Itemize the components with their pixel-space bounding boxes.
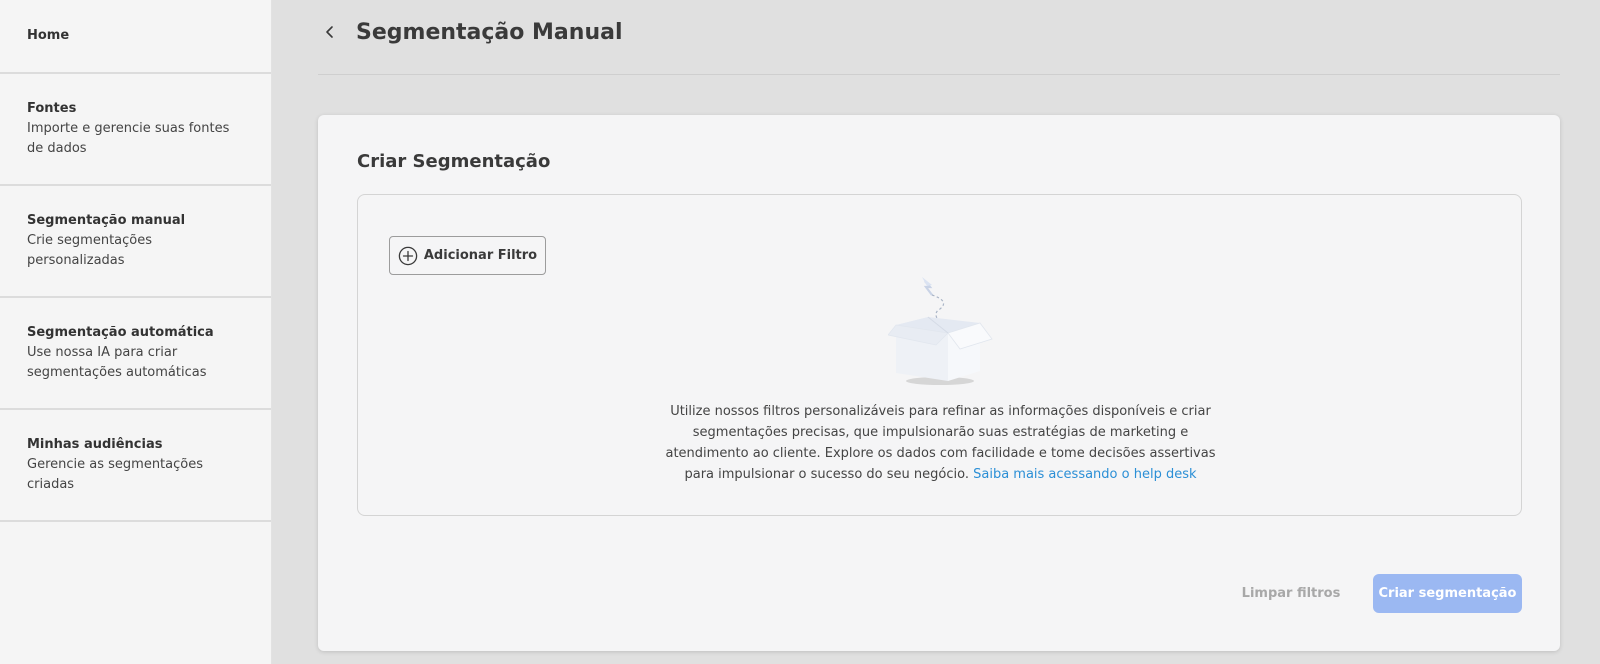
clear-filters-button[interactable]: Limpar filtros xyxy=(1236,574,1346,613)
plus-circle-icon xyxy=(398,246,418,265)
card-title: Criar Segmentação xyxy=(357,151,551,172)
main-content: Segmentação Manual Criar Segmentação Adi… xyxy=(272,0,1600,664)
sidebar-item-description: Use nossa IA para criar segmentações aut… xyxy=(27,345,207,380)
sidebar-item-title: Minhas audiências xyxy=(27,437,163,452)
chevron-left-icon xyxy=(326,26,333,38)
filter-area: Adicionar Filtro Utilize nossos filtros … xyxy=(357,194,1522,516)
empty-box-icon xyxy=(888,277,993,385)
sidebar-item-fontes[interactable]: Fontes Importe e gerencie suas fontes de… xyxy=(0,74,271,186)
sidebar-item-title: Segmentação manual xyxy=(27,213,186,228)
create-segmentation-button[interactable]: Criar segmentação xyxy=(1373,574,1522,613)
back-button[interactable] xyxy=(318,20,342,44)
sidebar-item-title: Segmentação automática xyxy=(27,325,214,340)
sidebar-item-segmentacao-automatica[interactable]: Segmentação automática Use nossa IA para… xyxy=(0,298,271,410)
sidebar-item-minhas-audiencias[interactable]: Minhas audiências Gerencie as segmentaçõ… xyxy=(0,410,271,522)
sidebar-item-description: Gerencie as segmentações criadas xyxy=(27,457,203,492)
sidebar: Home Fontes Importe e gerencie suas font… xyxy=(0,0,272,664)
sidebar-item-description: Importe e gerencie suas fontes de dados xyxy=(27,121,230,156)
add-filter-button[interactable]: Adicionar Filtro xyxy=(389,236,546,275)
add-filter-label: Adicionar Filtro xyxy=(423,248,538,263)
sidebar-item-title: Fontes xyxy=(27,101,77,116)
sidebar-item-home[interactable]: Home xyxy=(0,0,271,74)
sidebar-item-description: Crie segmentações personalizadas xyxy=(27,233,153,268)
sidebar-item-title: Home xyxy=(27,28,70,43)
page-title: Segmentação Manual xyxy=(356,19,623,45)
help-desk-link[interactable]: Saiba mais acessando o help desk xyxy=(973,467,1196,482)
sidebar-item-segmentacao-manual[interactable]: Segmentação manual Crie segmentações per… xyxy=(0,186,271,298)
create-segmentation-card: Criar Segmentação Adicionar Filtro Utili… xyxy=(318,115,1560,651)
empty-state-text: Utilize nossos filtros personalizáveis p… xyxy=(658,401,1223,485)
page-header: Segmentação Manual xyxy=(318,0,1560,75)
